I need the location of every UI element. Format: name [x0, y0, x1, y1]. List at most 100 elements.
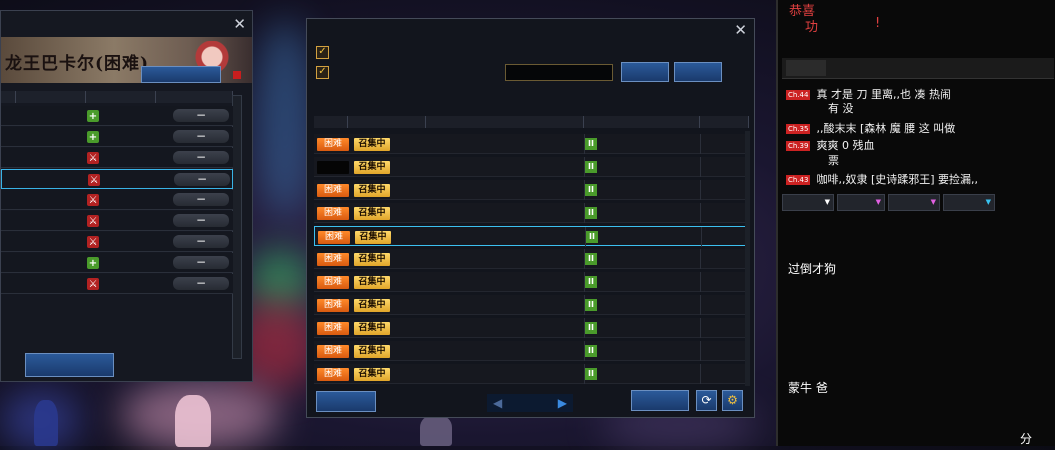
difficulty-badge: 困难	[318, 231, 350, 244]
search-input[interactable]	[505, 64, 613, 81]
alert-icon	[233, 71, 241, 79]
filter-dropdown-1[interactable]	[782, 194, 834, 211]
kick-button[interactable]: −	[173, 193, 229, 206]
difficulty-badge: 困难	[317, 345, 349, 358]
chat-log-secondary: 过倒才狗 蒙牛 爸 分	[782, 214, 1054, 446]
kick-button[interactable]: −	[173, 256, 229, 269]
party-row[interactable]: 困难 召集中 II	[314, 341, 749, 361]
member-row[interactable]: + −	[1, 106, 233, 126]
party-row[interactable]: 困难 召集中 II	[314, 295, 749, 315]
party-row[interactable]: 困难 召集中 II	[314, 226, 749, 247]
filter-checkbox-1[interactable]: ✓	[316, 46, 329, 59]
leave-button[interactable]	[25, 353, 114, 377]
kick-button[interactable]: −	[173, 130, 229, 143]
difficulty-badge	[317, 161, 349, 174]
difficulty-badge: 困难	[317, 322, 349, 335]
member-row[interactable]: ⚔ −	[1, 232, 233, 252]
member-row[interactable]: ⚔ −	[1, 169, 233, 189]
pause-icon: II	[585, 161, 597, 173]
recruiting-badge: 召集中	[355, 231, 391, 244]
column-name	[426, 116, 584, 128]
column-difficulty	[314, 116, 348, 128]
pause-icon: II	[585, 345, 597, 357]
kick-button[interactable]: −	[174, 173, 230, 186]
party-row[interactable]: 困难 召集中 II	[314, 180, 749, 200]
chat-line: 票	[786, 152, 839, 168]
pause-icon: II	[585, 207, 597, 219]
party-list-scrollbar[interactable]	[745, 131, 750, 386]
channel-badge: Ch.35	[786, 124, 811, 134]
chat-text: 票	[828, 154, 839, 167]
kick-button[interactable]: −	[173, 109, 229, 122]
search-button[interactable]	[621, 62, 669, 82]
column-status	[348, 116, 426, 128]
sword-icon: ⚔	[87, 278, 99, 290]
chat-text: ,,酸末末 [森林 魔 腰 这 叫做	[816, 122, 956, 135]
party-member-panel: ✕ 龙王巴卡尔(困难) + − + − ⚔ − ⚔ − ⚔ − ⚔ − ⚔ − + − ⚔ −	[0, 10, 253, 382]
recruiting-badge: 召集中	[354, 184, 390, 197]
party-row[interactable]: 召集中 II	[314, 157, 749, 177]
gear-icon[interactable]: ⚙	[722, 390, 743, 411]
pause-icon: II	[585, 368, 597, 380]
apply-button[interactable]	[631, 390, 689, 411]
party-row[interactable]: 困难 召集中 II	[314, 364, 749, 384]
sword-icon: ⚔	[87, 152, 99, 164]
member-row[interactable]: ⚔ −	[1, 190, 233, 210]
recruiting-badge: 召集中	[354, 299, 390, 312]
filter-checkbox-2[interactable]: ✓	[316, 66, 329, 79]
notice-line-2: 功	[805, 20, 819, 35]
banner-button[interactable]	[141, 66, 221, 83]
party-row[interactable]: 困难 召集中 II	[314, 203, 749, 223]
channel-badge: Ch.44	[786, 90, 811, 100]
member-list-header	[1, 91, 233, 103]
next-page-icon[interactable]: ▶	[558, 396, 567, 410]
prev-page-icon[interactable]: ◀	[493, 396, 502, 410]
kick-button[interactable]: −	[173, 151, 229, 164]
member-row[interactable]: + −	[1, 127, 233, 147]
pause-icon: II	[585, 253, 597, 265]
column-progress	[584, 116, 700, 128]
column-extra	[700, 116, 749, 128]
recruiting-badge: 召集中	[354, 345, 390, 358]
chat-tab[interactable]	[786, 60, 826, 76]
kick-button[interactable]: −	[173, 214, 229, 227]
member-row[interactable]: ⚔ −	[1, 148, 233, 168]
member-list-scrollbar[interactable]	[232, 95, 242, 359]
kick-button[interactable]: −	[173, 277, 229, 290]
chat-line: Ch.35 ,,酸末末 [森林 魔 腰 这 叫做	[786, 120, 955, 136]
difficulty-badge: 困难	[317, 253, 349, 266]
refresh-list-button[interactable]	[674, 62, 722, 82]
pause-icon: II	[585, 322, 597, 334]
close-icon[interactable]: ✕	[233, 15, 246, 33]
notice-mark: !	[875, 16, 881, 31]
party-row[interactable]: 困难 召集中 II	[314, 318, 749, 338]
recruiting-badge: 召集中	[354, 207, 390, 220]
recruiting-badge: 召集中	[354, 161, 390, 174]
filter-dropdown-4[interactable]	[943, 194, 995, 211]
recruiting-badge: 召集中	[354, 138, 390, 151]
chat-message: 分	[1020, 432, 1033, 446]
pause-icon: II	[585, 184, 597, 196]
plus-icon: +	[87, 257, 99, 269]
refresh-icon[interactable]: ⟳	[696, 390, 717, 411]
chat-text: 爽爽 0 残血	[816, 139, 875, 152]
member-row[interactable]: ⚔ −	[1, 274, 233, 294]
party-row[interactable]: 困难 召集中 II	[314, 134, 749, 154]
party-list-header	[314, 116, 749, 128]
filter-dropdown-2[interactable]	[837, 194, 885, 211]
party-row[interactable]: 困难 召集中 II	[314, 249, 749, 269]
filter-dropdown-3[interactable]	[888, 194, 940, 211]
pagination: ◀ ▶	[487, 394, 573, 412]
sword-icon: ⚔	[87, 236, 99, 248]
chat-tab-bar	[782, 58, 1054, 79]
plus-icon: +	[87, 131, 99, 143]
plus-icon: +	[87, 110, 99, 122]
member-row[interactable]: ⚔ −	[1, 211, 233, 231]
member-row[interactable]: + −	[1, 253, 233, 273]
chat-panel: 恭喜 功 ! Ch.44 真 才是 刀 里离,,也 凑 热闹有 没 Ch.35 ,,酸…	[776, 0, 1055, 446]
kick-button[interactable]: −	[173, 235, 229, 248]
close-icon[interactable]: ✕	[734, 21, 747, 39]
party-row[interactable]: 困难 召集中 II	[314, 272, 749, 292]
create-party-button[interactable]	[316, 391, 376, 412]
character-sprite	[34, 400, 58, 446]
